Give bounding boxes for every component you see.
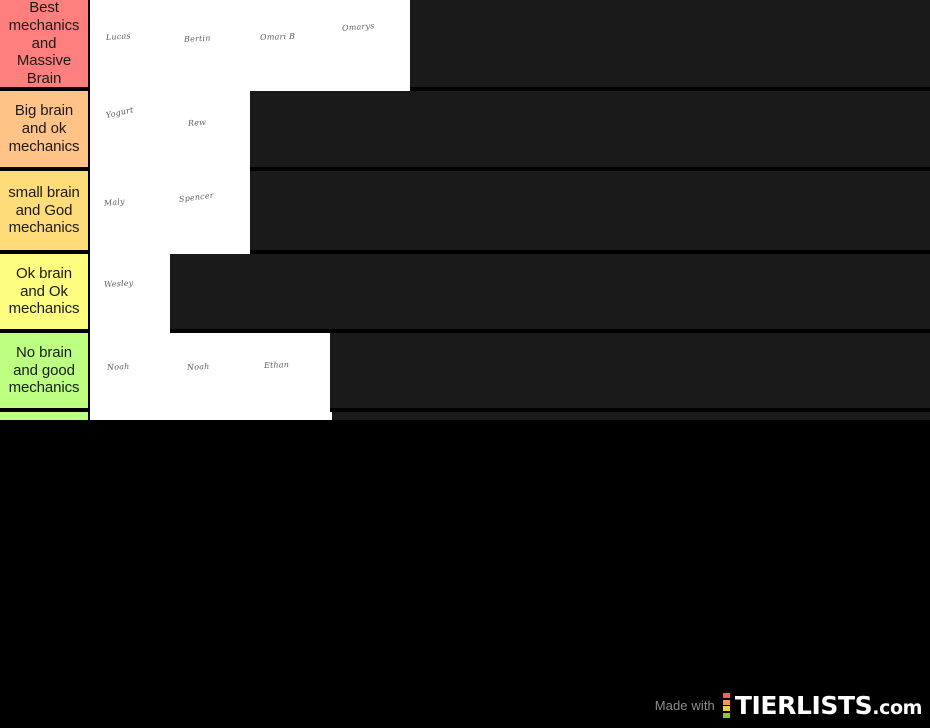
tier-item-partial (90, 412, 332, 420)
tier-item[interactable]: Omarys (330, 0, 410, 91)
tier-items-partial (90, 412, 930, 420)
tier-label[interactable]: Big brain and ok mechanics (0, 91, 90, 167)
tier-row: small brain and God mechanics Maly Spencer (0, 171, 930, 254)
tier-label[interactable]: No brain and good mechanics (0, 333, 90, 408)
tier-item-name: Maly (103, 196, 126, 208)
brand-suffix: .com (872, 697, 922, 719)
tierlists-logo[interactable]: TIERLISTS.com (722, 691, 923, 720)
tier-items: Maly Spencer (90, 171, 930, 254)
tier-item[interactable]: Maly (90, 171, 170, 254)
tier-items: Lucas Bertin Omari B Omarys (90, 0, 930, 91)
tier-item-name: Omari B (259, 31, 296, 42)
tier-label-partial (0, 412, 90, 420)
tier-item[interactable]: Noah (90, 333, 170, 412)
tier-item-strip: Maly Spencer (90, 171, 250, 254)
tier-item[interactable]: Wesley (90, 254, 170, 333)
tier-item[interactable]: Bertin (170, 0, 250, 91)
tier-item[interactable]: Ethan (250, 333, 330, 412)
tier-item-strip: Yogurt Rew (90, 91, 250, 171)
tier-item[interactable]: Rew (170, 91, 250, 171)
tierlists-brand-text: TIERLISTS.com (734, 691, 923, 720)
tier-items: Yogurt Rew (90, 91, 930, 171)
tier-items: Noah Noah Ethan (90, 333, 930, 412)
tier-label[interactable]: small brain and God mechanics (0, 171, 90, 250)
tier-item[interactable]: Spencer (170, 171, 250, 254)
logo-swatch (722, 712, 730, 718)
tier-row: Ok brain and Ok mechanics Wesley (0, 254, 930, 333)
tier-items: Wesley (90, 254, 930, 333)
logo-swatch (722, 699, 730, 705)
tier-row: Big brain and ok mechanics Yogurt Rew (0, 91, 930, 171)
tier-list: Best mechanics and Massive Brain Lucas Ber… (0, 0, 930, 420)
tier-item-name: Rew (187, 117, 207, 128)
tier-item-name: Noah (106, 361, 130, 372)
tierlists-logo-icon (722, 693, 730, 718)
tier-item[interactable]: Yogurt (90, 91, 170, 171)
tier-item-strip: Wesley (90, 254, 170, 333)
tier-item[interactable]: Omari B (250, 0, 330, 91)
brand-name: TIERLISTS (734, 691, 873, 720)
tier-item-name: Bertin (183, 33, 211, 44)
logo-swatch (722, 706, 730, 712)
tier-label[interactable]: Best mechanics and Massive Brain (0, 0, 90, 87)
tier-row: Best mechanics and Massive Brain Lucas Ber… (0, 0, 930, 91)
tier-item[interactable]: Lucas (90, 0, 170, 91)
footer-branding: Made with TIERLISTS.com (654, 691, 923, 720)
tier-row: No brain and good mechanics Noah Noah Ethan (0, 333, 930, 412)
tier-item-name: Yogurt (105, 105, 135, 120)
tier-label[interactable]: Ok brain and Ok mechanics (0, 254, 90, 329)
tier-item-strip: Lucas Bertin Omari B Omarys (90, 0, 410, 91)
tier-item-name: Spencer (178, 190, 215, 204)
tier-item-strip: Noah Noah Ethan (90, 333, 330, 412)
tier-item[interactable]: Noah (170, 333, 250, 412)
tier-item-name: Noah (186, 361, 210, 372)
tier-item-name: Wesley (103, 278, 134, 289)
tier-item-name: Ethan (263, 360, 290, 370)
tier-item-name: Omarys (341, 21, 375, 33)
made-with-label: Made with (654, 698, 715, 713)
tier-row-partial (0, 412, 930, 420)
tier-item-name: Lucas (105, 31, 132, 42)
logo-swatch (722, 693, 730, 699)
